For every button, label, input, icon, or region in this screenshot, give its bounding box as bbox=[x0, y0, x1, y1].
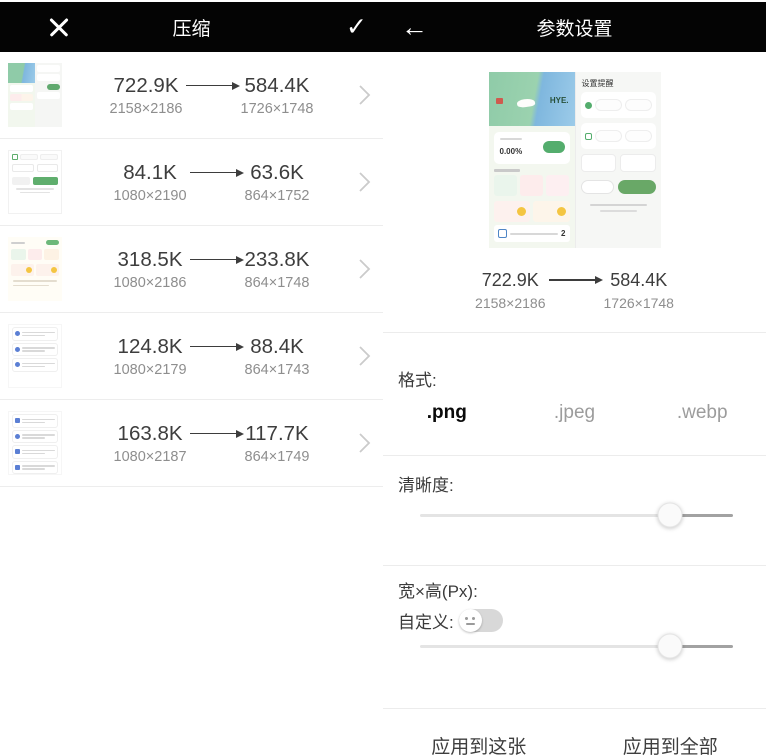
dims-before: 1080×2187 bbox=[114, 449, 187, 465]
size-slider-thumb[interactable] bbox=[658, 634, 683, 659]
apply-current-button[interactable]: 应用到这张 bbox=[383, 726, 575, 756]
chevron-right-icon[interactable] bbox=[357, 83, 371, 107]
parameter-settings-panel: ← 参数设置 HYE. 0.00% 2 设置提醒 bbox=[383, 0, 766, 756]
dims-after: 864×1743 bbox=[245, 362, 310, 378]
dims-before: 1080×2186 bbox=[114, 275, 187, 291]
dimensions-section: 宽×高(Px): 自定义: bbox=[383, 577, 766, 659]
preview-size-info: 722.9K 2158×2186 584.4K 1726×1748 bbox=[383, 269, 766, 311]
image-row-1[interactable]: 722.9K 2158×2186 584.4K 1726×1748 bbox=[0, 52, 383, 139]
apply-all-button[interactable]: 应用到全部 bbox=[575, 726, 766, 756]
chevron-right-icon[interactable] bbox=[357, 344, 371, 368]
page-title: 参数设置 bbox=[383, 14, 766, 41]
dims-after: 864×1752 bbox=[245, 188, 310, 204]
format-option-png[interactable]: .png bbox=[383, 402, 511, 424]
image-list: 722.9K 2158×2186 584.4K 1726×1748 bbox=[0, 52, 383, 487]
image-thumbnail bbox=[8, 237, 62, 301]
row-meta: 163.8K 1080×2187 117.7K 864×1749 bbox=[66, 421, 357, 466]
size-before: 722.9K bbox=[475, 269, 545, 292]
dims-before: 2158×2186 bbox=[110, 101, 183, 117]
size-before: 318.5K bbox=[114, 247, 187, 273]
row-meta: 722.9K 2158×2186 584.4K 1726×1748 bbox=[66, 73, 357, 118]
chevron-right-icon[interactable] bbox=[357, 257, 371, 281]
size-after: 88.4K bbox=[245, 334, 310, 360]
clarity-slider-thumb[interactable] bbox=[658, 503, 683, 528]
preview-section: HYE. 0.00% 2 设置提醒 722 bbox=[383, 72, 766, 311]
format-options: .png .jpeg .webp bbox=[383, 402, 766, 424]
left-appbar: 压缩 ✓ bbox=[0, 2, 383, 52]
divider bbox=[383, 455, 766, 456]
divider bbox=[383, 565, 766, 566]
clarity-slider[interactable] bbox=[420, 502, 733, 528]
image-thumbnail bbox=[8, 63, 62, 127]
preview-image: HYE. 0.00% 2 设置提醒 bbox=[489, 72, 661, 248]
image-row-5[interactable]: 163.8K 1080×2187 117.7K 864×1749 bbox=[0, 400, 383, 487]
image-row-4[interactable]: 124.8K 1080×2179 88.4K 864×1743 bbox=[0, 313, 383, 400]
size-after: 584.4K bbox=[241, 73, 314, 99]
size-before: 163.8K bbox=[114, 421, 187, 447]
image-thumbnail bbox=[8, 324, 62, 388]
size-before: 84.1K bbox=[114, 160, 187, 186]
image-row-2[interactable]: 84.1K 1080×2190 63.6K 864×1752 bbox=[0, 139, 383, 226]
clarity-label: 清晰度: bbox=[398, 471, 766, 496]
arrow-right-icon bbox=[190, 172, 242, 174]
image-thumbnail bbox=[8, 150, 62, 214]
actions-bar: 应用到这张 应用到全部 bbox=[383, 726, 766, 756]
dims-after: 864×1748 bbox=[245, 275, 310, 291]
width-height-label: 宽×高(Px): bbox=[398, 577, 766, 602]
row-meta: 84.1K 1080×2190 63.6K 864×1752 bbox=[66, 160, 357, 205]
toggle-knob-face-icon bbox=[459, 609, 482, 632]
dims-after: 864×1749 bbox=[245, 449, 310, 465]
chevron-right-icon[interactable] bbox=[357, 170, 371, 194]
size-after: 233.8K bbox=[245, 247, 310, 273]
divider bbox=[383, 332, 766, 333]
confirm-icon[interactable]: ✓ bbox=[346, 15, 367, 40]
size-before: 722.9K bbox=[110, 73, 183, 99]
right-appbar: ← 参数设置 bbox=[383, 2, 766, 52]
compress-list-panel: 压缩 ✓ 722.9K 2158×2186 584.4K 1726× bbox=[0, 0, 383, 756]
arrow-right-icon bbox=[549, 279, 601, 281]
compression-app: 压缩 ✓ 722.9K 2158×2186 584.4K 1726× bbox=[0, 0, 766, 756]
arrow-right-icon bbox=[186, 85, 238, 87]
format-option-webp[interactable]: .webp bbox=[638, 402, 766, 424]
size-after: 117.7K bbox=[245, 421, 310, 447]
image-row-3[interactable]: 318.5K 1080×2186 233.8K 864×1748 bbox=[0, 226, 383, 313]
size-after: 63.6K bbox=[245, 160, 310, 186]
dims-after: 1726×1748 bbox=[241, 101, 314, 117]
size-after: 584.4K bbox=[604, 269, 674, 292]
custom-size-toggle[interactable] bbox=[459, 609, 503, 632]
custom-label: 自定义: bbox=[398, 608, 454, 633]
dims-before: 1080×2190 bbox=[114, 188, 187, 204]
size-before: 124.8K bbox=[114, 334, 187, 360]
arrow-right-icon bbox=[190, 433, 242, 435]
format-section: 格式: .png .jpeg .webp bbox=[383, 366, 766, 424]
row-meta: 318.5K 1080×2186 233.8K 864×1748 bbox=[66, 247, 357, 292]
format-label: 格式: bbox=[398, 366, 766, 391]
format-option-jpeg[interactable]: .jpeg bbox=[511, 402, 639, 424]
arrow-right-icon bbox=[190, 346, 242, 348]
row-meta: 124.8K 1080×2179 88.4K 864×1743 bbox=[66, 334, 357, 379]
chevron-right-icon[interactable] bbox=[357, 431, 371, 455]
dims-after: 1726×1748 bbox=[604, 295, 674, 311]
size-slider[interactable] bbox=[420, 633, 733, 659]
clarity-section: 清晰度: bbox=[383, 471, 766, 528]
dims-before: 2158×2186 bbox=[475, 295, 545, 311]
divider bbox=[383, 708, 766, 709]
image-thumbnail bbox=[8, 411, 62, 475]
page-title: 压缩 bbox=[0, 14, 383, 41]
dims-before: 1080×2179 bbox=[114, 362, 187, 378]
arrow-right-icon bbox=[190, 259, 242, 261]
